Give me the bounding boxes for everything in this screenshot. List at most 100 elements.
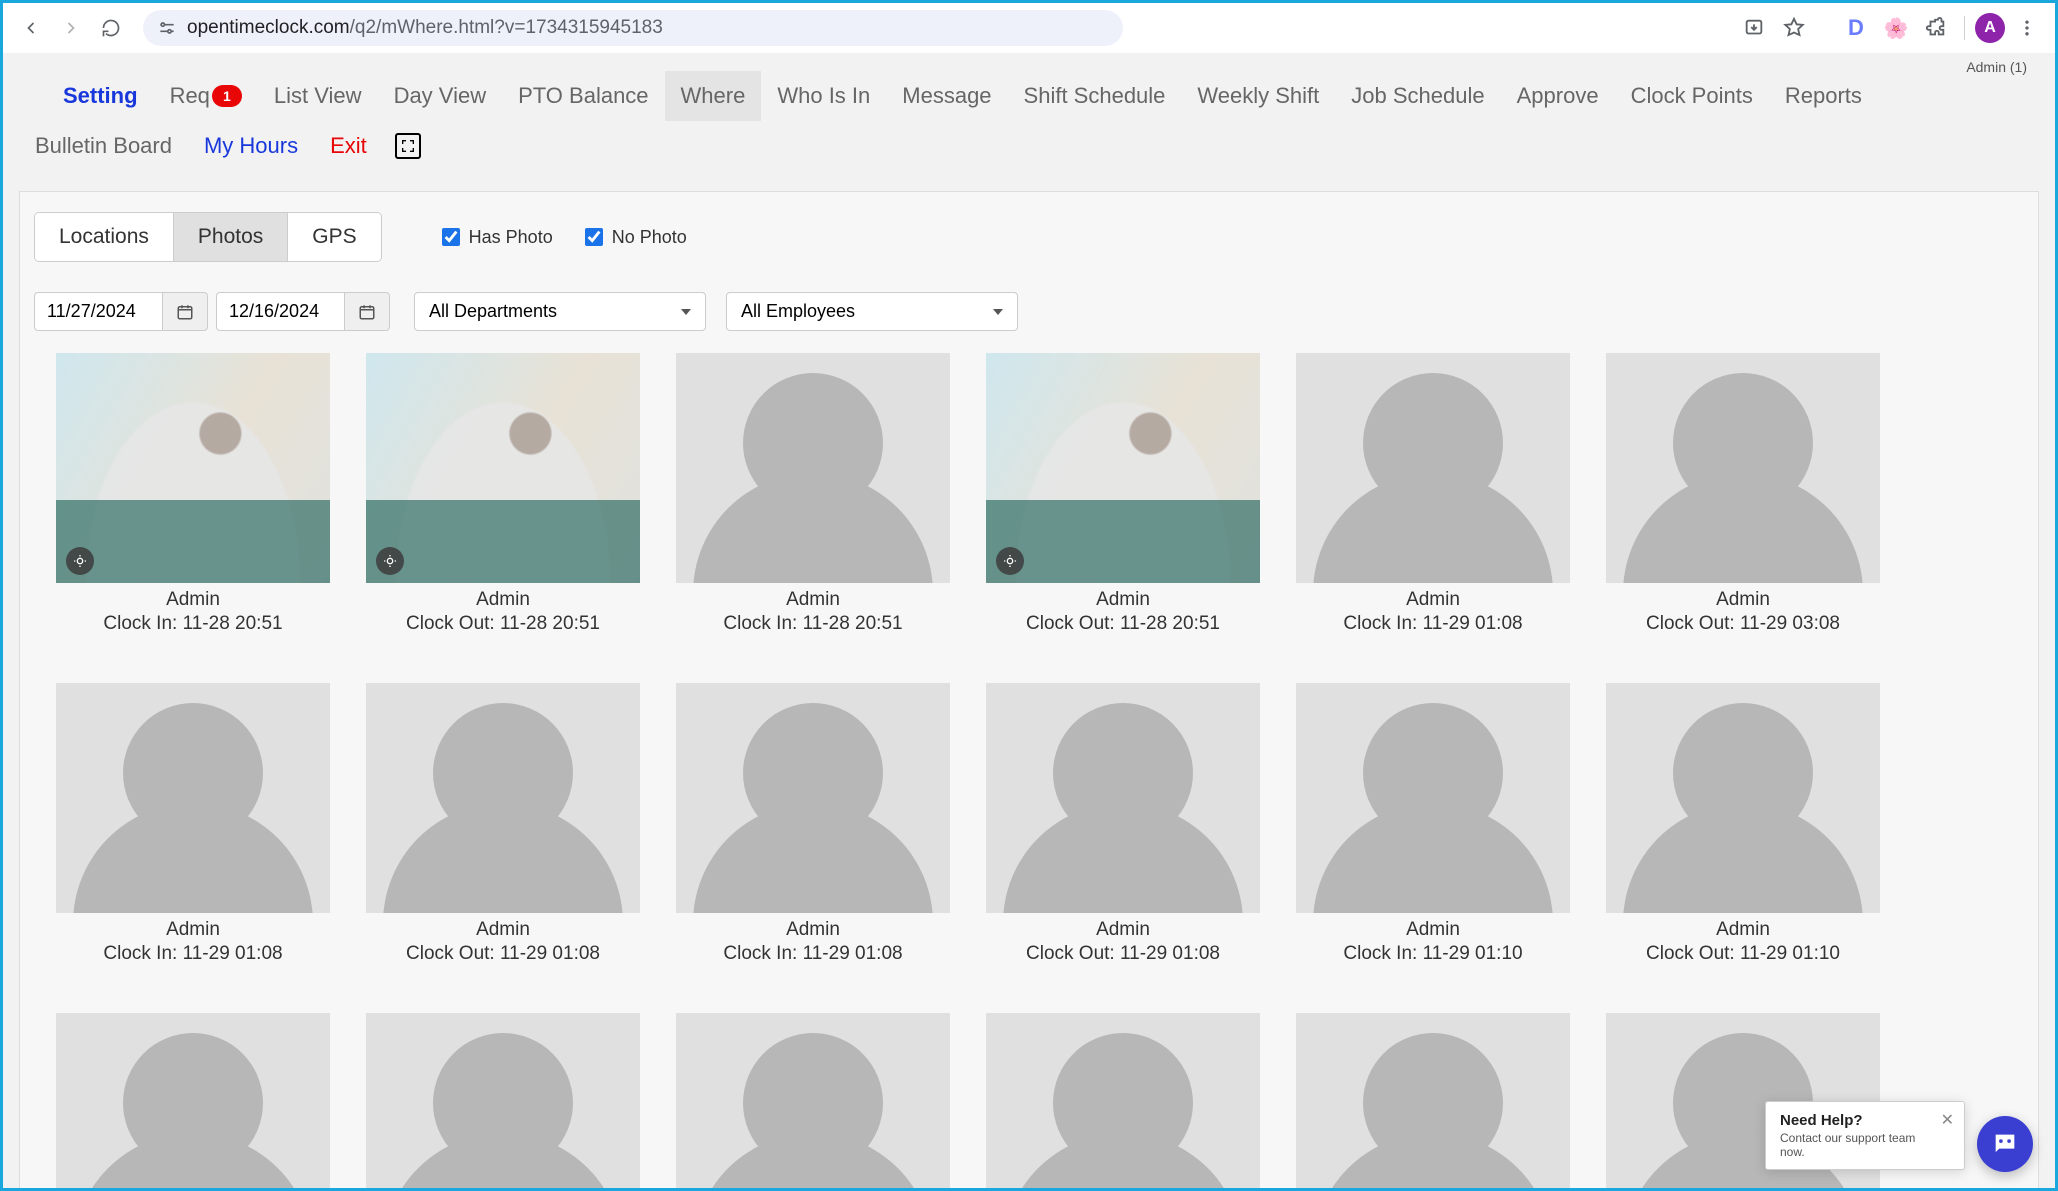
photo-cell[interactable]: Admin [1296, 1013, 1570, 1191]
nav-who-is-in[interactable]: Who Is In [761, 71, 886, 121]
placeholder-photo[interactable] [676, 1013, 950, 1191]
extension-flower-icon[interactable]: 🌸 [1878, 10, 1914, 46]
employee-select[interactable]: All Employees [726, 292, 1018, 331]
department-select[interactable]: All Departments [414, 292, 706, 331]
placeholder-photo[interactable] [1296, 1013, 1570, 1191]
filter-row: All Departments All Employees [34, 292, 2024, 331]
placeholder-photo[interactable] [676, 353, 950, 583]
nav-clock-points[interactable]: Clock Points [1615, 71, 1769, 121]
date-to-input[interactable] [216, 292, 344, 331]
photo-cell[interactable]: Admin [56, 1013, 330, 1191]
nav-where[interactable]: Where [665, 71, 762, 121]
nav-list-view[interactable]: List View [258, 71, 378, 121]
nav-bulletin-board[interactable]: Bulletin Board [27, 121, 188, 171]
nav-day-view[interactable]: Day View [378, 71, 503, 121]
nav-setting[interactable]: Setting [27, 71, 154, 121]
photo-cell[interactable]: AdminClock In: 11-29 01:08 [1296, 353, 1570, 635]
photo-cell[interactable]: Admin [986, 1013, 1260, 1191]
nav-weekly-shift[interactable]: Weekly Shift [1181, 71, 1335, 121]
chat-fab[interactable] [1977, 1116, 2033, 1172]
placeholder-photo[interactable] [1606, 683, 1880, 913]
photo-username: Admin [56, 919, 330, 941]
close-icon[interactable]: ✕ [1941, 1110, 1954, 1130]
placeholder-photo[interactable] [676, 683, 950, 913]
nav-message[interactable]: Message [886, 71, 1007, 121]
check-no-photo[interactable]: No Photo [581, 225, 687, 249]
placeholder-photo[interactable] [56, 1013, 330, 1191]
extension-d-icon[interactable]: D [1838, 10, 1874, 46]
clock-photo[interactable] [56, 353, 330, 583]
date-to-picker-button[interactable] [344, 292, 390, 331]
photo-event: Clock Out: 11-29 01:08 [366, 943, 640, 965]
back-button[interactable] [13, 10, 49, 46]
date-from-picker-button[interactable] [162, 292, 208, 331]
bookmark-star-icon[interactable] [1776, 10, 1812, 46]
placeholder-photo[interactable] [986, 683, 1260, 913]
photo-event: Clock Out: 11-29 01:10 [1606, 943, 1880, 965]
placeholder-photo[interactable] [986, 1013, 1260, 1191]
photo-event: Clock Out: 11-28 20:51 [986, 613, 1260, 635]
photo-cell[interactable]: AdminClock Out: 11-28 20:51 [366, 353, 640, 635]
photo-cell[interactable]: AdminClock In: 11-28 20:51 [56, 353, 330, 635]
nav-shift-schedule[interactable]: Shift Schedule [1008, 71, 1182, 121]
photo-event: Clock Out: 11-29 01:08 [986, 943, 1260, 965]
photo-cell[interactable]: AdminClock Out: 11-29 01:10 [1606, 683, 1880, 965]
photo-cell[interactable]: AdminClock Out: 11-29 03:08 [1606, 353, 1880, 635]
placeholder-photo[interactable] [366, 683, 640, 913]
separator [1964, 16, 1965, 40]
nav-pto-balance[interactable]: PTO Balance [502, 71, 664, 121]
url-bar[interactable]: opentimeclock.com/q2/mWhere.html?v=17343… [143, 10, 1123, 46]
photo-username: Admin [676, 589, 950, 611]
nav-exit[interactable]: Exit [314, 121, 383, 171]
photo-event: Clock In: 11-28 20:51 [676, 613, 950, 635]
photo-username: Admin [676, 919, 950, 941]
photo-cell[interactable]: AdminClock In: 11-28 20:51 [676, 353, 950, 635]
date-from-input[interactable] [34, 292, 162, 331]
tab-photos[interactable]: Photos [174, 213, 288, 261]
placeholder-photo[interactable] [366, 1013, 640, 1191]
photo-cell[interactable]: AdminClock In: 11-29 01:08 [56, 683, 330, 965]
nav-my-hours[interactable]: My Hours [188, 121, 314, 171]
photo-cell[interactable]: AdminClock Out: 11-29 01:08 [986, 683, 1260, 965]
photo-event: Clock Out: 11-28 20:51 [366, 613, 640, 635]
kebab-menu-icon[interactable] [2009, 10, 2045, 46]
photo-event: Clock In: 11-29 01:08 [56, 943, 330, 965]
nav-job-schedule[interactable]: Job Schedule [1335, 71, 1500, 121]
forward-button[interactable] [53, 10, 89, 46]
fullscreen-icon[interactable] [395, 133, 421, 159]
lens-icon [996, 547, 1024, 575]
photo-username: Admin [56, 589, 330, 611]
date-from-group [34, 292, 208, 331]
placeholder-photo[interactable] [56, 683, 330, 913]
photo-event: Clock In: 11-29 01:08 [676, 943, 950, 965]
photo-cell[interactable]: AdminClock Out: 11-28 20:51 [986, 353, 1260, 635]
photo-username: Admin [1606, 589, 1880, 611]
extensions-puzzle-icon[interactable] [1918, 10, 1954, 46]
photo-username: Admin [986, 589, 1260, 611]
placeholder-photo[interactable] [1296, 353, 1570, 583]
nav-req[interactable]: Req1 [154, 71, 258, 121]
nav-approve[interactable]: Approve [1501, 71, 1615, 121]
placeholder-photo[interactable] [1606, 353, 1880, 583]
no-photo-checkbox[interactable] [585, 228, 603, 246]
reload-button[interactable] [93, 10, 129, 46]
site-settings-icon[interactable] [157, 18, 177, 38]
photo-cell[interactable]: Admin [676, 1013, 950, 1191]
nav-reports[interactable]: Reports [1769, 71, 1878, 121]
tab-locations[interactable]: Locations [35, 213, 174, 261]
clock-photo[interactable] [986, 353, 1260, 583]
check-has-photo[interactable]: Has Photo [438, 225, 553, 249]
photo-username: Admin [366, 919, 640, 941]
clock-photo[interactable] [366, 353, 640, 583]
admin-label[interactable]: Admin (1) [1966, 59, 2027, 75]
has-photo-checkbox[interactable] [442, 228, 460, 246]
placeholder-photo[interactable] [1296, 683, 1570, 913]
profile-avatar[interactable]: A [1975, 13, 2005, 43]
tab-gps[interactable]: GPS [288, 213, 380, 261]
photo-cell[interactable]: Admin [366, 1013, 640, 1191]
install-app-icon[interactable] [1736, 10, 1772, 46]
photo-cell[interactable]: AdminClock Out: 11-29 01:08 [366, 683, 640, 965]
photo-cell[interactable]: AdminClock In: 11-29 01:10 [1296, 683, 1570, 965]
photo-cell[interactable]: AdminClock In: 11-29 01:08 [676, 683, 950, 965]
photo-username: Admin [1296, 919, 1570, 941]
